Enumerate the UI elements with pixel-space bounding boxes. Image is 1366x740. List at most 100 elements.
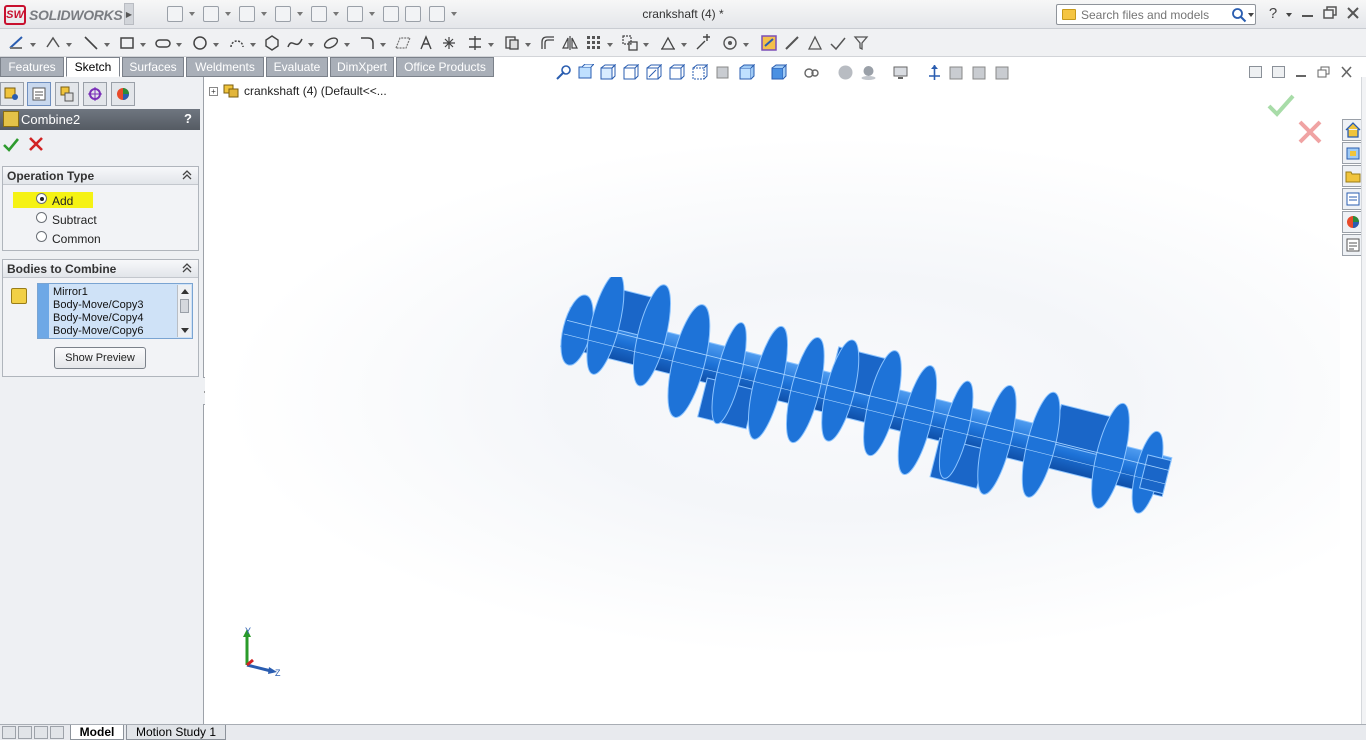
spline-dropdown-icon[interactable] [308,43,314,47]
viewport-minimize-icon[interactable] [1295,66,1308,78]
apply-scene-icon[interactable] [770,63,788,81]
new-document-icon[interactable] [167,6,183,22]
feature-manager-tab[interactable] [0,82,24,106]
slot-dropdown-icon[interactable] [176,43,182,47]
tab-surfaces[interactable]: Surfaces [122,57,184,77]
quick-snaps-icon[interactable] [721,34,739,52]
radio-subtract[interactable]: Subtract [36,211,97,228]
view-box-1-icon[interactable] [948,64,965,81]
restore-icon[interactable] [1322,6,1338,20]
help-dropdown-icon[interactable] [1286,13,1292,17]
cancel-x-icon[interactable] [1297,119,1323,145]
sketch-dropdown-icon[interactable] [30,43,36,47]
tab-dimxpert[interactable]: DimXpert [330,57,394,77]
filter-icon[interactable] [852,34,870,52]
graphics-area[interactable]: + crankshaft (4) (Default<<... Y Z [205,77,1340,724]
search-dropdown-icon[interactable] [1248,13,1254,17]
move-dropdown-icon[interactable] [643,43,649,47]
check-sketch-icon[interactable] [829,34,847,52]
search-icon[interactable] [1231,7,1247,23]
tab-features[interactable]: Features [0,57,64,77]
fillet-dropdown-icon[interactable] [380,43,386,47]
dimxpert-manager-tab[interactable] [83,82,107,106]
fillet-icon[interactable] [358,34,376,52]
snaps-dropdown-icon[interactable] [743,43,749,47]
save-icon[interactable] [239,6,255,22]
arc-icon[interactable] [228,34,246,52]
open-dropdown-icon[interactable] [225,12,231,16]
viewport-close-icon[interactable] [1340,66,1353,78]
offset-entities-icon[interactable] [539,34,557,52]
zoom-to-fit-icon[interactable] [555,64,572,81]
arc-dropdown-icon[interactable] [250,43,256,47]
view-box-2-icon[interactable] [971,64,988,81]
tab-sketch[interactable]: Sketch [66,57,120,77]
sketch-picture-icon[interactable] [806,34,824,52]
show-preview-button[interactable]: Show Preview [54,347,146,369]
convert-dropdown-icon[interactable] [525,43,531,47]
trim-dropdown-icon[interactable] [488,43,494,47]
property-manager-tab[interactable] [27,82,51,106]
options-icon[interactable] [429,6,445,22]
crankshaft-model[interactable] [555,277,1175,537]
tab-motion-study-1[interactable]: Motion Study 1 [126,725,226,740]
open-folder-icon[interactable] [203,6,219,22]
sketch-icon[interactable] [8,34,26,52]
undo-icon[interactable] [311,6,327,22]
radio-common-button[interactable] [36,231,47,242]
select-arrow-icon[interactable] [347,6,363,22]
rectangle-icon[interactable] [118,34,136,52]
tab-evaluate[interactable]: Evaluate [266,57,328,77]
circle-icon[interactable] [191,34,209,52]
line-icon[interactable] [82,34,100,52]
shadows-icon[interactable] [860,64,877,81]
previous-tab-arrow-icon[interactable] [18,726,32,739]
list-scrollbar[interactable] [177,285,191,337]
search-box[interactable] [1056,4,1256,25]
display-manager-tab[interactable] [111,82,135,106]
save-dropdown-icon[interactable] [261,12,267,16]
minimize-icon[interactable] [1300,6,1316,20]
rebuild-icon[interactable] [383,6,399,22]
ellipse-dropdown-icon[interactable] [344,43,350,47]
line-dropdown-icon[interactable] [104,43,110,47]
tab-model[interactable]: Model [70,725,124,740]
new-dropdown-icon[interactable] [189,12,195,16]
reference-axis-icon[interactable] [926,64,943,81]
undo-dropdown-icon[interactable] [333,12,339,16]
solidworks-logo[interactable]: SW SOLIDWORKS [4,4,123,26]
last-tab-arrow-icon[interactable] [50,726,64,739]
tab-weldments[interactable]: Weldments [186,57,264,77]
rectangle-dropdown-icon[interactable] [140,43,146,47]
viewport-restore-icon[interactable] [1317,66,1330,78]
view-orientation-icon[interactable] [668,63,686,81]
polygon-icon[interactable] [263,34,281,52]
monitor-settings-icon[interactable] [892,64,909,81]
search-input[interactable] [1081,7,1227,22]
bodies-to-combine-header[interactable]: Bodies to Combine [3,260,198,278]
pattern-dropdown-icon[interactable] [607,43,613,47]
options-dropdown-icon[interactable] [451,12,457,16]
radio-add-button[interactable] [36,193,47,204]
list-item[interactable]: Mirror1 [53,286,144,299]
configuration-manager-tab[interactable] [55,82,79,106]
dynamic-annotation-icon[interactable] [645,63,663,81]
realview-sphere-icon[interactable] [837,64,854,81]
zoom-to-area-icon[interactable] [577,63,596,81]
mirror-entities-icon[interactable] [561,34,579,52]
radio-subtract-button[interactable] [36,212,47,223]
next-tab-arrow-icon[interactable] [34,726,48,739]
file-properties-icon[interactable] [405,6,421,22]
list-item[interactable]: Body-Move/Copy3 [53,299,144,312]
instant2d-icon[interactable] [760,34,778,52]
first-tab-arrow-icon[interactable] [2,726,16,739]
list-item[interactable]: Body-Move/Copy6 [53,325,144,338]
dimension-dropdown-icon[interactable] [66,43,72,47]
scroll-down-icon[interactable] [181,328,189,333]
repair-sketch-icon[interactable] [695,34,713,52]
trim-entities-icon[interactable] [466,34,484,52]
help-icon[interactable]: ? [1265,5,1281,23]
previous-view-icon[interactable] [599,63,617,81]
ok-button[interactable] [3,136,19,152]
radio-common[interactable]: Common [36,230,101,247]
